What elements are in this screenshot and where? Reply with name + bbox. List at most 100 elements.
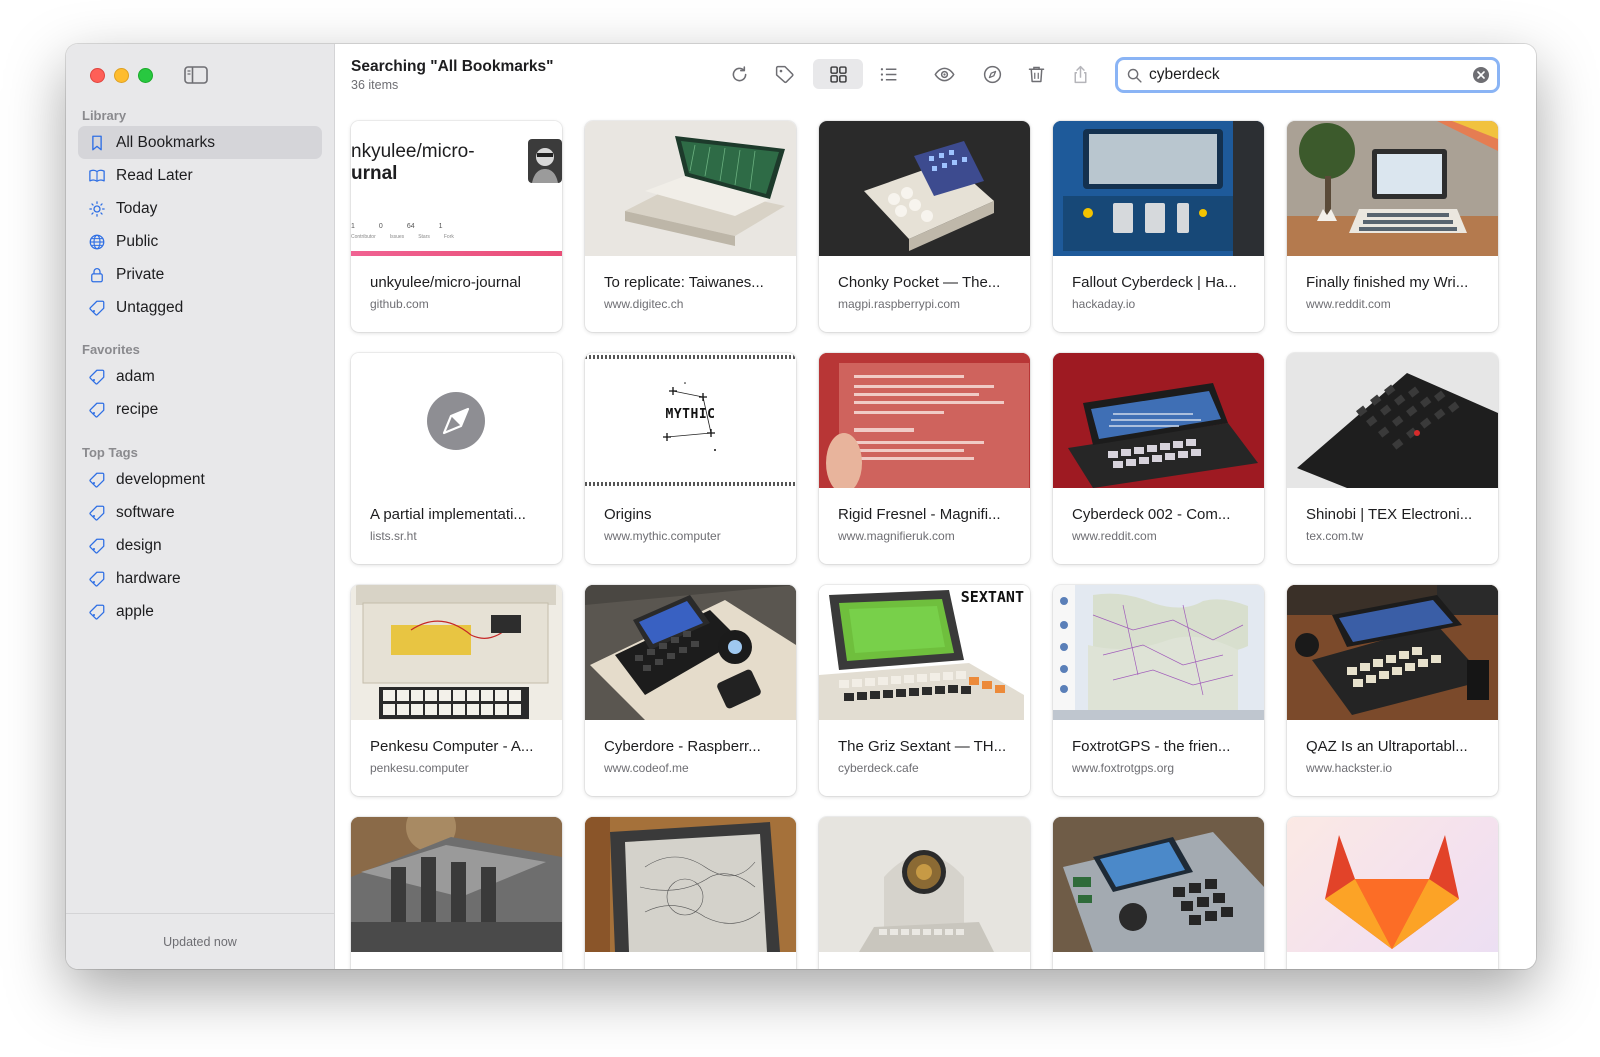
card-title: Shinobi | TEX Electroni...	[1306, 506, 1473, 523]
card-title: unkyulee/micro-journal	[370, 274, 521, 291]
bookmark-card[interactable]	[1287, 817, 1498, 969]
sidebar-item-today[interactable]: Today	[78, 192, 322, 225]
sidebar-item-label: software	[116, 503, 175, 521]
compass-icon	[983, 65, 1001, 83]
card-thumbnail	[585, 121, 796, 256]
book-icon	[88, 167, 106, 185]
sidebar-item-untagged[interactable]: Untagged	[78, 291, 322, 324]
card-thumbnail	[1287, 817, 1498, 952]
tag-icon	[88, 570, 106, 588]
tag-icon	[88, 504, 106, 522]
eye-icon	[933, 67, 955, 81]
card-title: Penkesu Computer - A...	[370, 738, 534, 755]
sidebar-item-recipe[interactable]: recipe	[78, 393, 322, 426]
card-title: Fallout Cyberdeck | Ha...	[1072, 274, 1237, 291]
bookmark-grid: nkyulee/micro- urnal 1 0 64 1 Contributo…	[351, 121, 1498, 969]
bookmark-card[interactable]: Fallout Cyberdeck | Ha... hackaday.io	[1053, 121, 1264, 332]
card-thumbnail	[1053, 585, 1264, 720]
close-window-button[interactable]	[90, 68, 105, 83]
sidebar-item-label: apple	[116, 602, 154, 620]
card-thumbnail	[1053, 817, 1264, 952]
card-domain: www.foxtrotgps.org	[1072, 761, 1175, 775]
tag-icon	[88, 537, 106, 555]
search-input[interactable]	[1149, 66, 1473, 84]
repo-stat-labels: Contributor Issues Stars Fork	[351, 234, 454, 240]
bookmark-card[interactable]: QAZ Is an Ultraportabl... www.hackster.i…	[1287, 585, 1498, 796]
card-thumbnail	[1287, 121, 1498, 256]
list-view-button[interactable]	[871, 59, 905, 89]
tag-icon	[88, 368, 106, 386]
globe-icon	[88, 233, 106, 251]
bookmark-card[interactable]	[351, 817, 562, 969]
bookmark-card[interactable]: Rigid Fresnel - Magnifi... www.magnifier…	[819, 353, 1030, 564]
bookmark-card[interactable]	[819, 817, 1030, 969]
bookmark-card[interactable]: Shinobi | TEX Electroni... tex.com.tw	[1287, 353, 1498, 564]
bookmark-card[interactable]	[1053, 817, 1264, 969]
sidebar-item-design[interactable]: design	[78, 529, 322, 562]
sidebar-item-private[interactable]: Private	[78, 258, 322, 291]
sidebar-item-hardware[interactable]: hardware	[78, 562, 322, 595]
tag-button[interactable]	[767, 59, 801, 89]
bookmark-card[interactable]: FoxtrotGPS - the frien... www.foxtrotgps…	[1053, 585, 1264, 796]
sidebar-item-read-later[interactable]: Read Later	[78, 159, 322, 192]
top-tags-heading: Top Tags	[82, 445, 138, 460]
favorites-section: Favorites adam recipe	[66, 340, 334, 426]
sidebar-item-apple[interactable]: apple	[78, 595, 322, 628]
search-field[interactable]	[1115, 57, 1500, 93]
zoom-window-button[interactable]	[138, 68, 153, 83]
repo-stat: 1	[438, 223, 443, 230]
card-domain: github.com	[370, 297, 429, 311]
clear-search-icon[interactable]	[1473, 67, 1489, 83]
toolbar-title-block: Searching "All Bookmarks" 36 items	[351, 58, 553, 92]
card-thumbnail	[1053, 121, 1264, 256]
share-button[interactable]	[1063, 59, 1097, 89]
bookmark-card[interactable]: MYTHIC Origins www.mythic.computer	[585, 353, 796, 564]
read-button[interactable]	[927, 59, 961, 89]
sidebar-item-label: Today	[116, 199, 158, 217]
sidebar-item-label: All Bookmarks	[116, 133, 216, 151]
bookmark-card[interactable]: A partial implementati... lists.sr.ht	[351, 353, 562, 564]
bookmark-card[interactable]: Penkesu Computer - A... penkesu.computer	[351, 585, 562, 796]
grid-view-button[interactable]	[813, 59, 863, 89]
top-tags-section: Top Tags development software design hardwa…	[66, 443, 334, 628]
sun-icon	[88, 200, 106, 218]
sidebar-item-software[interactable]: software	[78, 496, 322, 529]
bookmark-card[interactable]	[585, 817, 796, 969]
repo-stat-label: Stars	[418, 234, 430, 240]
sidebar-item-adam[interactable]: adam	[78, 360, 322, 393]
repo-stat-label: Fork	[443, 234, 454, 240]
bookmark-card[interactable]: To replicate: Taiwanes... www.digitec.ch	[585, 121, 796, 332]
bookmark-card[interactable]: nkyulee/micro- urnal 1 0 64 1 Contributo…	[351, 121, 562, 332]
bookmark-card[interactable]: SEXTANT The Griz Sextant — TH... cyberde…	[819, 585, 1030, 796]
card-thumbnail	[1287, 585, 1498, 720]
sidebar-item-public[interactable]: Public	[78, 225, 322, 258]
sidebar-item-all-bookmarks[interactable]: All Bookmarks	[78, 126, 322, 159]
bookmark-card[interactable]: Cyberdeck 002 - Com... www.reddit.com	[1053, 353, 1264, 564]
lock-icon	[88, 266, 106, 284]
card-title: A partial implementati...	[370, 506, 526, 523]
sidebar-item-label: design	[116, 536, 162, 554]
bookmark-card[interactable]: Finally finished my Wri... www.reddit.co…	[1287, 121, 1498, 332]
sidebar-item-development[interactable]: development	[78, 463, 322, 496]
card-thumbnail: SEXTANT	[819, 585, 1030, 720]
delete-button[interactable]	[1019, 59, 1053, 89]
card-thumbnail	[585, 585, 796, 720]
card-domain: www.magnifieruk.com	[838, 529, 955, 543]
open-in-browser-button[interactable]	[975, 59, 1009, 89]
card-domain: tex.com.tw	[1306, 529, 1364, 543]
minimize-window-button[interactable]	[114, 68, 129, 83]
refresh-button[interactable]	[722, 59, 756, 89]
sidebar-item-label: Read Later	[116, 166, 193, 184]
library-heading: Library	[82, 108, 127, 123]
card-domain: www.codeof.me	[604, 761, 689, 775]
bookmark-card[interactable]: Cyberdore - Raspberr... www.codeof.me	[585, 585, 796, 796]
card-domain: www.mythic.computer	[604, 529, 721, 543]
card-domain: www.reddit.com	[1306, 297, 1391, 311]
card-domain: lists.sr.ht	[370, 529, 417, 543]
window-controls	[90, 68, 153, 83]
compass-placeholder-icon	[427, 392, 485, 450]
sidebar-toggle-icon[interactable]	[184, 66, 208, 84]
card-domain: magpi.raspberrypi.com	[838, 297, 961, 311]
card-thumbnail	[585, 817, 796, 952]
bookmark-card[interactable]: Chonky Pocket — The... magpi.raspberrypi…	[819, 121, 1030, 332]
